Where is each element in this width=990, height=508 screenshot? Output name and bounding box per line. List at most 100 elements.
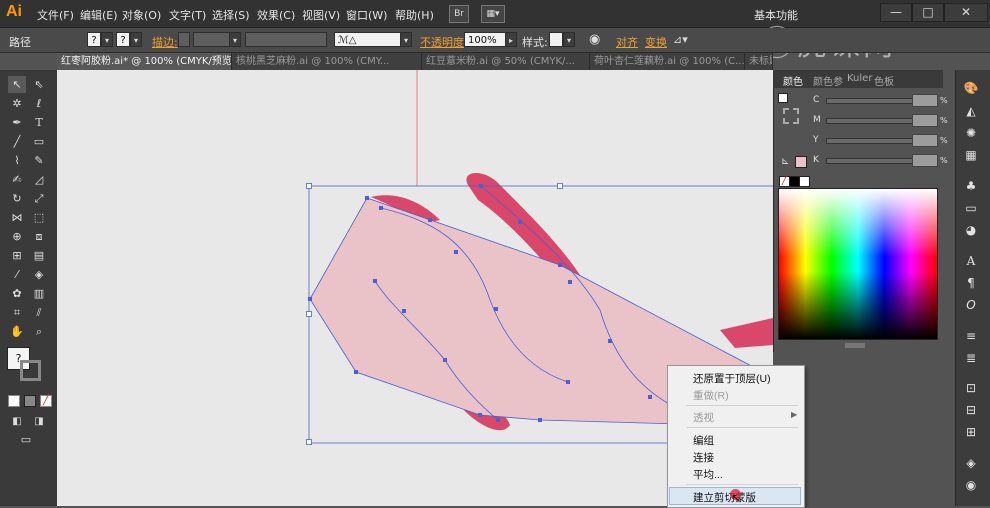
slider-k[interactable] [826,158,920,164]
shape-builder-tool-icon[interactable]: ⊕ [8,228,26,245]
fill-dropdown[interactable]: ▾ [101,32,113,47]
opentype-icon[interactable]: O [962,297,980,313]
color-panel-icon[interactable]: 🎨 [962,80,980,96]
width-tool-icon[interactable]: ⋈ [8,209,26,226]
eyedropper-tool-icon[interactable]: ⁄ [8,266,26,283]
gradient-tool-icon[interactable]: ▤ [30,247,48,264]
rotate-tool-icon[interactable]: ↻ [8,190,26,207]
brush-definition[interactable]: ℳ△ [334,32,402,47]
menu-redo[interactable]: 重做(R) [693,388,729,403]
menu-group[interactable]: 编组 [693,433,714,448]
panel-resize-handle[interactable] [845,343,865,348]
current-color-swatch[interactable] [795,156,807,168]
bounding-box-handle[interactable] [306,183,312,189]
anchor-point[interactable] [402,309,406,313]
tab-document-3[interactable]: 红豆薏米粉.ai @ 50% (CMYK/... [422,53,590,70]
maximize-button[interactable]: □ [912,3,944,22]
stroke-weight-stepper[interactable] [178,32,190,47]
symbols-icon[interactable]: ▭ [962,200,980,216]
magic-wand-tool-icon[interactable]: ✲ [8,95,26,112]
stroke-weight-dropdown[interactable]: ▾ [229,32,241,47]
stroke-weight-field[interactable] [193,32,231,47]
bounding-box-handle[interactable] [306,439,312,445]
menu-perspective[interactable]: 透视 [693,410,714,425]
bounding-box-handle[interactable] [557,183,563,189]
value-m-field[interactable] [912,114,938,127]
draw-behind-icon[interactable]: ◨ [30,413,48,430]
blob-brush-tool-icon[interactable]: ✍ [8,171,26,188]
brushes-icon[interactable]: ♣ [962,178,980,194]
graphic-style-swatch[interactable] [549,32,563,47]
anchor-point[interactable] [538,418,542,422]
menu-undo-bring-to-front[interactable]: 还原置于顶层(U) [693,371,771,386]
graphic-style-dropdown[interactable]: ▾ [563,32,575,47]
anchor-point[interactable] [608,339,612,343]
white-swatch[interactable] [799,176,810,187]
tab-document-5[interactable]: 未标题-2* @ 33.33% ... [745,53,773,70]
stroke-icon[interactable]: ≡ [962,328,980,344]
menu-join[interactable]: 连接 [693,450,714,465]
anchor-point[interactable] [478,413,482,417]
line-tool-icon[interactable]: ╱ [8,133,26,150]
mesh-tool-icon[interactable]: ⊞ [8,247,26,264]
graphic-styles-icon[interactable]: ◕ [962,222,980,238]
color-spectrum[interactable] [778,188,938,340]
slider-m[interactable] [826,118,920,124]
direct-selection-tool-icon[interactable]: ⇖ [30,76,48,93]
selection-tool-icon[interactable]: ↖ [8,76,26,93]
anchor-point[interactable] [308,297,312,301]
pen-tool-icon[interactable]: ✒ [8,114,26,131]
canvas[interactable] [57,70,773,506]
opacity-field[interactable]: 100% [464,32,506,47]
panel-stroke-box[interactable] [783,108,799,124]
tab-kuler[interactable]: Kuler [847,73,872,84]
anchor-point[interactable] [494,307,498,311]
paintbrush-tool-icon[interactable]: ⌇ [8,152,26,169]
menu-make-clipping-mask[interactable]: 建立剪切蒙版 [693,490,756,505]
menu-effect[interactable]: 效果(C) [257,7,295,23]
layers-icon[interactable]: ◈ [962,455,980,471]
slider-c[interactable] [826,98,920,104]
artboard-tool-icon[interactable]: ⌗ [8,304,26,321]
anchor-point[interactable] [518,220,522,224]
hand-tool-icon[interactable]: ✋ [8,323,26,340]
blend-tool-icon[interactable]: ◈ [30,266,48,283]
anchor-point[interactable] [354,370,358,374]
rectangle-tool-icon[interactable]: ▭ [30,133,48,150]
menu-window[interactable]: 窗口(W) [346,7,387,23]
bounding-box-handle[interactable] [306,311,312,317]
anchor-point[interactable] [428,218,432,222]
gradient-icon[interactable]: ≣ [962,350,980,366]
tab-color[interactable]: 颜色 [783,73,803,88]
panel-fill-mini[interactable] [778,93,788,103]
anchor-point[interactable] [443,358,447,362]
anchor-point[interactable] [568,280,572,284]
opacity-dropdown[interactable]: ▸ [505,32,517,47]
zoom-tool-icon[interactable]: ⌕ [30,323,48,340]
lasso-tool-icon[interactable]: ℓ [30,95,48,112]
anchor-point[interactable] [566,380,570,384]
menu-type[interactable]: 文字(T) [169,7,206,23]
tab-document-2[interactable]: 核桃黑芝麻粉.ai @ 100% (CMY... [232,53,422,70]
transform-icon[interactable]: ⊡ [962,380,980,396]
eraser-tool-icon[interactable]: ◿ [30,171,48,188]
color-guide-icon[interactable]: ◭ [962,103,980,119]
color-mode-icon[interactable] [8,395,20,407]
gradient-mode-icon[interactable] [24,395,36,407]
anchor-point[interactable] [479,184,483,188]
close-button[interactable]: ✕ [944,3,988,22]
anchor-point[interactable] [365,196,369,200]
kuler-icon[interactable]: ✺ [962,125,980,141]
slice-tool-icon[interactable]: ⫽ [30,304,48,321]
stroke-color-box[interactable] [20,360,41,381]
brush-dropdown[interactable]: ▾ [400,32,412,47]
anchor-point[interactable] [558,263,562,267]
menu-edit[interactable]: 编辑(E) [80,7,118,23]
draw-normal-icon[interactable]: ◧ [8,413,26,430]
pencil-tool-icon[interactable]: ✎ [30,152,48,169]
stroke-dropdown[interactable]: ▾ [130,32,142,47]
slider-y[interactable] [826,138,920,144]
paragraph-icon[interactable]: ¶ [962,275,980,291]
stroke-swatch[interactable]: ? [116,32,130,47]
anchor-point[interactable] [648,395,652,399]
